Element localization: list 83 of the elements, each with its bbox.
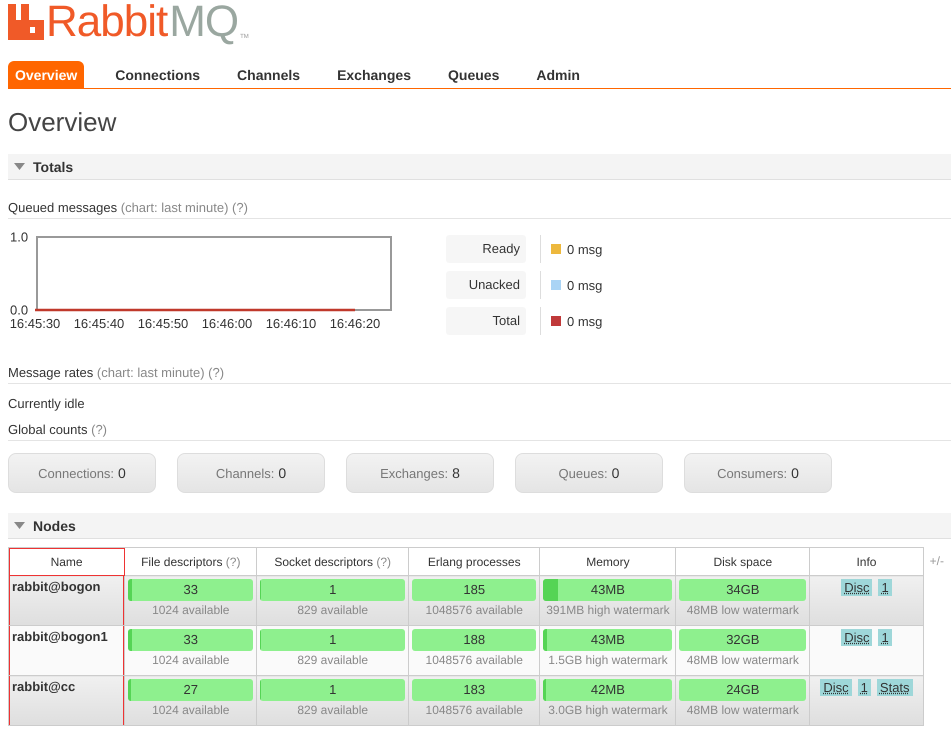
column-header: Socket descriptors (?) (256, 548, 409, 576)
y-tick-label: 0.0 (10, 302, 28, 318)
info-tag: 1 (878, 579, 892, 596)
usage-bar: 1 (260, 679, 406, 701)
chart-label: Queued messages (chart: last minute) (8, 200, 228, 215)
usage-detail: 829 available (296, 703, 370, 717)
column-header: File descriptors (?) (124, 548, 257, 576)
column-header: Disk space (676, 548, 810, 576)
count-button[interactable]: Consumers: 0 (684, 453, 832, 493)
usage-detail: 1024 available (151, 603, 230, 617)
x-tick-label: 16:45:30 (10, 316, 60, 331)
legend-label: Unacked (446, 271, 526, 299)
nav-tab[interactable]: Admin (529, 61, 587, 88)
chart-label: Message rates (chart: last minute) (8, 365, 205, 380)
info-tag: Disc (841, 629, 872, 646)
legend-value: 0 msg (567, 314, 602, 328)
info-tag: Disc (820, 679, 852, 696)
usage-bar: 188 (412, 629, 536, 651)
usage-bar: 1 (260, 579, 406, 601)
count-button[interactable]: Exchanges: 8 (346, 453, 494, 493)
legend-value: 0 msg (567, 278, 602, 292)
count-button[interactable]: Queues: 0 (515, 453, 663, 493)
usage-detail: 48MB low watermark (686, 703, 800, 717)
collapse-triangle-icon[interactable] (14, 163, 25, 170)
count-button[interactable]: Connections: 0 (8, 453, 156, 493)
page-title: Overview (8, 107, 118, 138)
usage-detail: 1048576 available (424, 603, 524, 617)
collapse-triangle-icon[interactable] (14, 522, 25, 529)
usage-bar: 43MB (543, 579, 672, 601)
logo-text: Rabbit (46, 0, 168, 44)
logo-text: MQ (169, 0, 238, 44)
count-button[interactable]: Channels: 0 (177, 453, 325, 493)
x-tick-label: 16:45:40 (74, 316, 124, 331)
y-tick-label: 1.0 (10, 231, 28, 244)
x-tick-label: 16:45:50 (138, 316, 188, 331)
usage-detail: 391MB high watermark (545, 603, 671, 617)
nav-tab[interactable]: Channels (230, 61, 308, 88)
usage-detail: 1024 available (151, 653, 230, 667)
usage-bar: 183 (412, 679, 536, 701)
section-header[interactable]: Totals (8, 154, 951, 180)
info-tag: 1 (878, 629, 892, 646)
x-tick-label: 16:46:20 (330, 316, 380, 331)
legend-label: Total (446, 307, 526, 335)
help-link[interactable]: (?) (232, 200, 248, 215)
usage-detail: 1048576 available (424, 653, 524, 667)
usage-bar: 43MB (543, 629, 672, 651)
usage-detail: 1.5GB high watermark (547, 653, 669, 667)
usage-bar: 185 (412, 579, 536, 601)
info-tag: Disc (841, 579, 872, 596)
info-tag: 1 (858, 679, 871, 696)
usage-detail: 3.0GB high watermark (547, 703, 669, 717)
section-label: Global counts (8, 422, 88, 437)
usage-bar: 1 (260, 629, 406, 651)
usage-detail: 829 available (296, 653, 370, 667)
column-header: Name (8, 548, 125, 576)
info-tag: Stats (876, 679, 913, 696)
logo-icon (8, 4, 44, 40)
usage-detail: 48MB low watermark (686, 653, 800, 667)
usage-detail: 1024 available (151, 703, 230, 717)
nav-tab[interactable]: Exchanges (330, 61, 418, 88)
legend-label: Ready (446, 235, 526, 263)
usage-detail: 829 available (296, 603, 370, 617)
help-link[interactable]: (?) (208, 365, 224, 380)
usage-detail: 1048576 available (424, 703, 524, 717)
column-header: Erlang processes (408, 548, 540, 576)
usage-bar: 34GB (679, 579, 806, 601)
usage-bar: 27 (128, 679, 254, 701)
section-header[interactable]: Nodes (8, 513, 951, 539)
nav-tab[interactable]: Queues (441, 61, 506, 88)
usage-bar: 33 (128, 579, 254, 601)
x-tick-label: 16:46:00 (202, 316, 252, 331)
legend-value: 0 msg (567, 242, 602, 256)
nav-tab[interactable]: Connections (108, 61, 208, 88)
status-text: Currently idle (8, 396, 85, 411)
usage-bar: 24GB (679, 679, 806, 701)
column-header: Info (810, 548, 924, 576)
column-header: Memory (540, 548, 676, 576)
usage-bar: 33 (128, 629, 254, 651)
usage-bar: 32GB (679, 629, 806, 651)
usage-bar: 42MB (543, 679, 672, 701)
help-link[interactable]: (?) (91, 422, 108, 437)
x-tick-label: 16:46:10 (266, 316, 316, 331)
usage-detail: 48MB low watermark (686, 603, 800, 617)
